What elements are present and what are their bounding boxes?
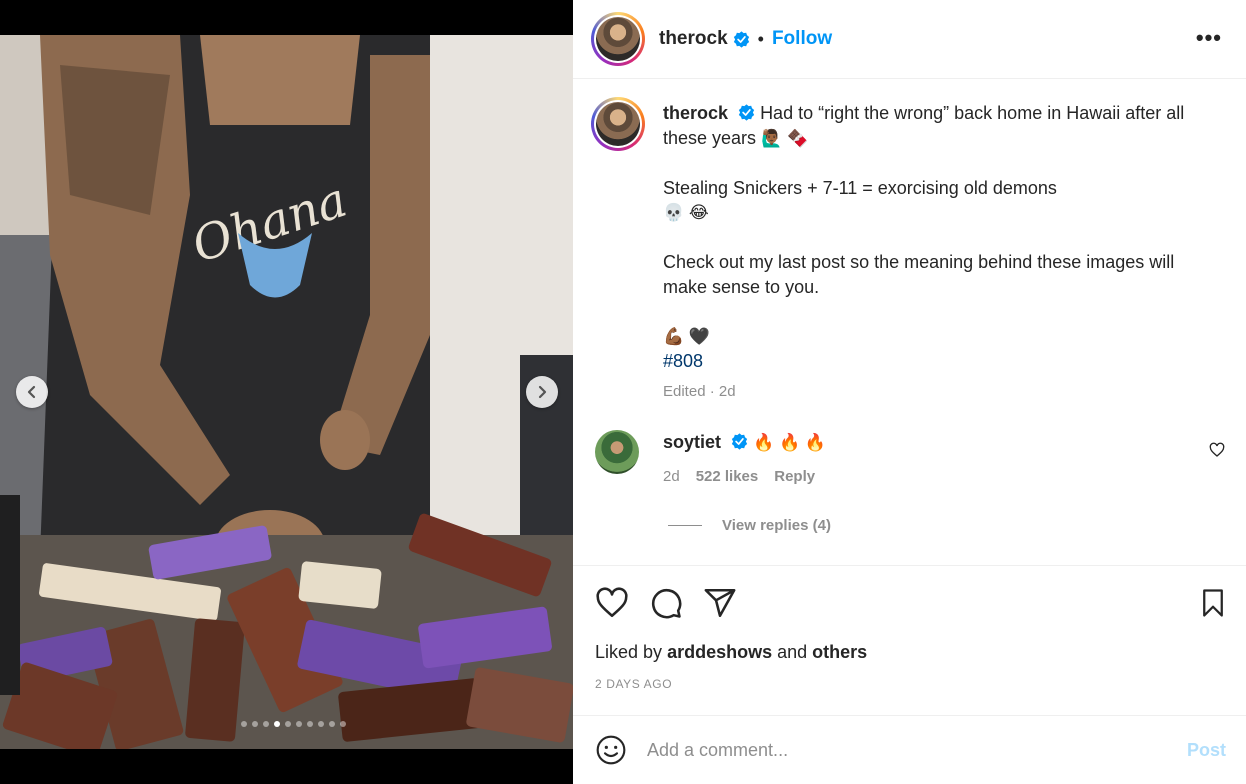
emoji-icon[interactable] xyxy=(595,734,627,766)
author-avatar[interactable] xyxy=(591,12,645,66)
share-icon[interactable] xyxy=(703,586,737,620)
carousel-dots xyxy=(0,721,573,727)
verified-badge-icon xyxy=(733,30,749,48)
post-date: 2 DAYS AGO xyxy=(595,677,673,691)
carousel-dot xyxy=(296,721,302,727)
comment-heart-icon[interactable] xyxy=(1209,442,1225,458)
carousel-dot xyxy=(329,721,335,727)
carousel-dot xyxy=(307,721,313,727)
post-actions: Liked by arddeshows and others 2 DAYS AG… xyxy=(573,565,1246,715)
carousel-dot xyxy=(252,721,258,727)
replies-divider xyxy=(668,525,702,526)
liked-by-others[interactable]: others xyxy=(812,642,867,662)
add-comment-bar: Post xyxy=(573,715,1246,784)
post-caption: therock Had to “right the wrong” back ho… xyxy=(591,97,1223,404)
photo-illustration: Ohana xyxy=(0,35,573,749)
commenter-username[interactable]: soytiet xyxy=(663,432,721,452)
chevron-right-icon xyxy=(538,385,547,399)
liked-by-user[interactable]: arddeshows xyxy=(667,642,772,662)
carousel-dot xyxy=(274,721,280,727)
comment-icon[interactable] xyxy=(649,586,683,620)
view-replies-label: View replies (4) xyxy=(722,517,831,534)
hashtag-link[interactable]: #808 xyxy=(663,351,703,371)
carousel-dot xyxy=(318,721,324,727)
carousel-dot xyxy=(340,721,346,727)
post-sidebar: therock • Follow ••• therock Had to “rig… xyxy=(573,0,1246,784)
caption-emoji-4: 💪🏾 🖤 xyxy=(663,326,711,346)
comment-reply-button[interactable]: Reply xyxy=(774,468,815,485)
verified-badge-icon xyxy=(731,433,748,450)
header-separator: • xyxy=(757,28,764,49)
more-options-icon[interactable]: ••• xyxy=(1196,27,1222,49)
caption-emoji-1: 🙋🏾‍♂️ 🍫 xyxy=(761,128,809,148)
caption-emoji-2: 💀 😂 xyxy=(663,203,709,222)
caption-edited: Edited · 2d xyxy=(663,382,736,400)
comment-input[interactable] xyxy=(647,739,1147,761)
caption-line-3: Check out my last post so the meaning be… xyxy=(663,252,1175,297)
follow-button[interactable]: Follow xyxy=(772,28,832,50)
post-media: Ohana xyxy=(0,0,573,784)
avatar-image xyxy=(596,102,640,146)
avatar-image xyxy=(596,17,640,61)
comment-text: 🔥 🔥 🔥 xyxy=(753,433,827,452)
carousel-dot xyxy=(263,721,269,727)
view-replies-button[interactable]: View replies (4) xyxy=(668,517,831,534)
post-photo[interactable]: Ohana xyxy=(0,35,573,749)
carousel-prev-button[interactable] xyxy=(16,376,48,408)
caption-username[interactable]: therock xyxy=(663,103,728,123)
post-comment-button[interactable]: Post xyxy=(1187,740,1226,761)
chevron-left-icon xyxy=(27,385,36,399)
heart-icon[interactable] xyxy=(595,586,629,620)
verified-badge-icon xyxy=(738,104,755,121)
post-header: therock • Follow ••• xyxy=(573,0,1246,79)
comments-section: therock Had to “right the wrong” back ho… xyxy=(573,80,1246,565)
carousel-dot xyxy=(241,721,247,727)
liked-by-prefix: Liked by xyxy=(595,642,663,662)
liked-by: Liked by arddeshows and others xyxy=(595,642,867,663)
comment-likes[interactable]: 522 likes xyxy=(696,468,759,485)
liked-by-and: and xyxy=(777,642,808,662)
author-username[interactable]: therock xyxy=(659,28,728,50)
bookmark-icon[interactable] xyxy=(1198,586,1228,620)
caption-line-2: Stealing Snickers + 7-11 = exorcising ol… xyxy=(663,177,1057,198)
carousel-dot xyxy=(285,721,291,727)
caption-text: therock Had to “right the wrong” back ho… xyxy=(663,101,1223,404)
carousel-next-button[interactable] xyxy=(526,376,558,408)
caption-avatar[interactable] xyxy=(591,97,645,151)
comment-time: 2d xyxy=(663,468,680,485)
commenter-avatar[interactable] xyxy=(595,430,639,474)
